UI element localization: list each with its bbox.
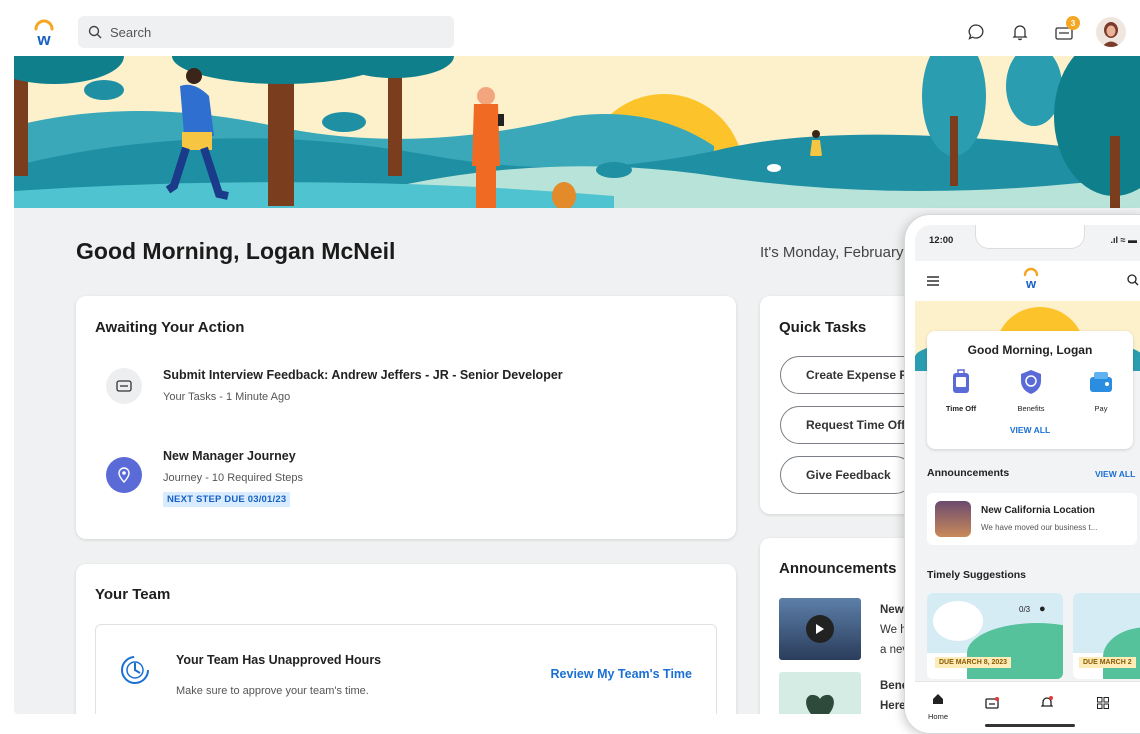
awaiting-action-title: Awaiting Your Action xyxy=(95,319,245,336)
home-indicator xyxy=(985,724,1075,727)
app-label: Pay xyxy=(1094,404,1108,413)
mobile-preview: 12:00 .ıl ≈ ▬ w Good Morning, Logan Time… xyxy=(904,214,1140,734)
task-subtitle: Journey - 10 Required Steps xyxy=(163,472,304,484)
task-title: Submit Interview Feedback: Andrew Jeffer… xyxy=(163,368,563,382)
workday-logo[interactable]: w xyxy=(1021,266,1041,297)
announcement-sub: We have moved our business t... xyxy=(981,523,1098,532)
suggestion-card[interactable]: DUE MARCH 2 xyxy=(1073,593,1140,679)
quick-tasks-title: Quick Tasks xyxy=(779,319,867,336)
app-label: Time Off xyxy=(945,404,977,413)
nav-inbox[interactable] xyxy=(985,696,999,714)
card-subtitle: Make sure to approve your team's time. xyxy=(176,685,369,697)
inbox-icon[interactable]: 3 xyxy=(1050,16,1080,46)
due-tag: NEXT STEP DUE 03/01/23 xyxy=(163,492,291,507)
page-title: Good Morning, Logan McNeil xyxy=(76,238,396,264)
top-bar: w Search 3 xyxy=(14,8,1140,56)
bell-icon xyxy=(1040,696,1054,707)
workday-logo[interactable]: w xyxy=(30,18,58,49)
your-team-title: Your Team xyxy=(95,586,171,603)
announcement-title: New California Location xyxy=(981,505,1095,516)
chat-icon[interactable] xyxy=(962,18,990,46)
inbox-icon xyxy=(985,697,999,709)
search-icon xyxy=(88,25,102,39)
mobile-greeting-card: Good Morning, Logan Time Off Benefits Pa… xyxy=(927,331,1133,449)
search-bar[interactable]: Search xyxy=(78,16,454,48)
mobile-header: w xyxy=(915,261,1140,301)
nav-bell[interactable] xyxy=(1040,696,1054,714)
signal-icon: .ıl ≈ ▬ xyxy=(1110,235,1137,245)
shield-icon xyxy=(1021,370,1041,394)
task-item[interactable]: Submit Interview Feedback: Andrew Jeffer… xyxy=(106,368,563,404)
announcement-thumbnail[interactable] xyxy=(779,672,861,714)
app-pay[interactable]: Pay xyxy=(1081,369,1121,413)
notification-badge: 3 xyxy=(1066,16,1080,30)
due-tag: DUE MARCH 8, 2023 xyxy=(935,657,1012,668)
search-icon[interactable] xyxy=(1127,273,1139,291)
app-label: Benefits xyxy=(1017,404,1045,413)
announcement-thumbnail[interactable] xyxy=(779,598,861,660)
location-pin-icon xyxy=(106,457,142,493)
announcement-thumbnail xyxy=(935,501,971,537)
location-pin-icon: ● xyxy=(1039,603,1046,615)
task-subtitle: Your Tasks - 1 Minute Ago xyxy=(163,391,291,403)
card-title: Your Team Has Unapproved Hours xyxy=(176,653,382,667)
svg-text:w: w xyxy=(1025,276,1037,291)
announcements-title: Announcements xyxy=(779,560,897,577)
mobile-announcement-item[interactable]: New California Location We have moved ou… xyxy=(927,493,1137,545)
nav-label: Home xyxy=(927,712,948,721)
app-time-off[interactable]: Time Off xyxy=(941,369,981,413)
nav-apps[interactable] xyxy=(1097,696,1109,714)
mobile-announcements-title: Announcements xyxy=(927,467,1010,479)
view-all-link[interactable]: VIEW ALL xyxy=(927,425,1133,435)
timely-suggestions-title: Timely Suggestions xyxy=(927,569,1026,581)
status-time: 12:00 xyxy=(929,235,954,246)
suggestion-card[interactable]: 0/3 ● DUE MARCH 8, 2023 xyxy=(927,593,1063,679)
nav-home[interactable]: Home xyxy=(925,692,951,721)
review-team-time-link[interactable]: Review My Team's Time xyxy=(551,667,692,681)
task-item[interactable]: New Manager Journey Journey - 10 Require… xyxy=(106,449,303,507)
notch xyxy=(975,225,1085,249)
top-icons: 3 xyxy=(946,8,1140,56)
search-placeholder: Search xyxy=(110,24,152,40)
date-text: It's Monday, February xyxy=(760,244,904,261)
suggestion-count: 0/3 xyxy=(1019,605,1031,614)
menu-icon[interactable] xyxy=(927,273,939,291)
due-tag: DUE MARCH 2 xyxy=(1079,657,1136,668)
suitcase-icon xyxy=(953,369,969,393)
play-icon[interactable] xyxy=(806,615,834,643)
task-title: New Manager Journey xyxy=(163,449,296,463)
mobile-announcements-view-all[interactable]: VIEW ALL xyxy=(1095,469,1135,479)
apps-grid-icon xyxy=(1097,697,1109,709)
home-icon xyxy=(933,694,943,704)
awaiting-action-card: Awaiting Your Action Submit Interview Fe… xyxy=(76,296,736,539)
svg-text:w: w xyxy=(36,30,51,48)
app-benefits[interactable]: Benefits xyxy=(1011,369,1051,413)
hero-illustration xyxy=(14,56,1140,208)
wallet-icon xyxy=(1090,372,1112,392)
avatar[interactable] xyxy=(1096,17,1126,47)
mobile-bottom-nav: Home xyxy=(915,681,1140,733)
mobile-greeting: Good Morning, Logan xyxy=(967,343,1093,357)
your-team-card: Your Team Your Team Has Unapproved Hours… xyxy=(76,564,736,714)
give-feedback-button[interactable]: Give Feedback xyxy=(780,456,914,494)
bell-icon[interactable] xyxy=(1006,18,1034,46)
unapproved-hours-card: Your Team Has Unapproved Hours Make sure… xyxy=(95,624,717,714)
history-clock-icon xyxy=(118,653,152,692)
mobile-screen: 12:00 .ıl ≈ ▬ w Good Morning, Logan Time… xyxy=(915,225,1140,733)
inbox-icon xyxy=(106,368,142,404)
